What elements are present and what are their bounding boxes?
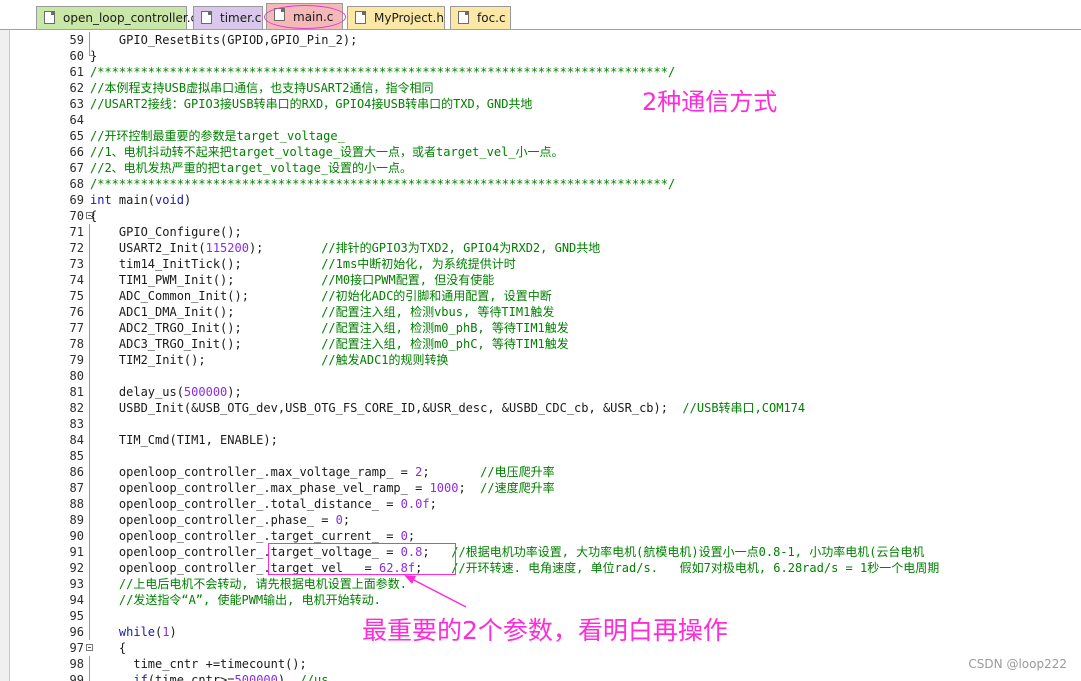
annotation-key-params: 最重要的2个参数，看明白再操作 <box>362 616 728 645</box>
arrow-line <box>409 577 467 608</box>
annotation-arrow <box>404 575 467 608</box>
watermark: CSDN @loop222 <box>968 657 1067 671</box>
arrow-head <box>404 575 416 584</box>
